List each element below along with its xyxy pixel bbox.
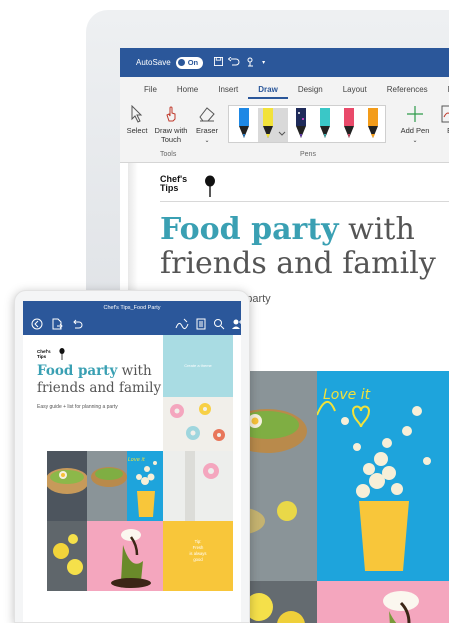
tablet-device: Chef's Tips_Food Party Chef's Tips Creat…: [14, 290, 250, 623]
title-accent: Food party: [160, 212, 339, 247]
autosave-state: On: [187, 58, 199, 67]
search-icon[interactable]: [213, 317, 225, 335]
touch-hand-icon: [166, 106, 176, 122]
tablet-photo-donuts: [163, 397, 233, 451]
tip-line-4: good: [193, 557, 203, 562]
tablet-photo-lemons: [47, 521, 87, 591]
pen-blue[interactable]: [234, 108, 254, 142]
tab-layout[interactable]: Layout: [333, 85, 377, 99]
add-pen-plus-icon: [407, 106, 423, 122]
select-label: Select: [126, 126, 148, 135]
title-rest: with: [338, 212, 415, 247]
tablet-photo-popcorn: Love it: [127, 451, 163, 521]
undo-icon[interactable]: [227, 56, 240, 68]
touch-mode-icon[interactable]: [245, 57, 257, 69]
customize-quick-access-icon[interactable]: ▾: [262, 59, 265, 66]
eraser-button[interactable]: Eraser ⌄: [192, 105, 222, 146]
add-pen-chevron-icon[interactable]: ⌄: [412, 138, 417, 144]
title-line-2: friends and family: [160, 246, 436, 281]
add-person-icon[interactable]: [231, 317, 241, 335]
photo-dinosaur-cake: [317, 581, 449, 623]
toggle-dot: [177, 59, 185, 66]
tablet-word-app: Chef's Tips_Food Party Chef's Tips Creat…: [23, 301, 241, 622]
tablet-photo-dinosaur-cake: [87, 521, 163, 591]
tablet-logo-line-2: Tips: [37, 354, 47, 359]
tablet-love-it-annotation: Love it: [128, 457, 146, 463]
tab-home[interactable]: Home: [167, 85, 208, 99]
draw-ribbon: Select Draw with Touch Eraser ⌄ Tools Pe…: [120, 99, 449, 163]
tab-mailings[interactable]: Mailings: [438, 85, 449, 99]
back-icon[interactable]: [31, 317, 43, 335]
draw-touch-label-1: Draw with: [154, 126, 188, 135]
ink-editor-icon: [441, 105, 449, 123]
tablet-photo-kitchen: [163, 451, 233, 521]
undo-icon[interactable]: [71, 317, 83, 335]
chefs-tips-logo: Chef's Tips: [160, 175, 187, 193]
tip-card-text: Tip: Fresh is always good: [163, 539, 233, 563]
draw-touch-label-2: Touch: [160, 135, 181, 144]
create-theme-text: Create a theme: [184, 363, 212, 368]
tablet-tip-card: Tip: Fresh is always good: [163, 521, 233, 591]
tablet-photo-toast: [87, 451, 127, 521]
tablet-document-title: Food party with friends and family: [37, 363, 161, 397]
tablet-doc-name: Chef's Tips_Food Party: [103, 305, 161, 311]
tab-design[interactable]: Design: [288, 85, 333, 99]
select-arrow-icon: [131, 105, 143, 123]
select-button[interactable]: Select: [124, 105, 150, 135]
draw-with-touch-button[interactable]: Draw with Touch: [152, 105, 190, 144]
love-it-annotation: Love it: [323, 387, 371, 403]
add-pen-button[interactable]: Add Pen ⌄: [396, 105, 434, 146]
ink-editor-button-partial[interactable]: E: [438, 105, 449, 136]
create-theme-card: Create a theme: [163, 335, 233, 397]
autosave-toggle[interactable]: On: [175, 56, 204, 69]
pen-orange[interactable]: [363, 108, 383, 142]
tablet-photo-avocado-toast: [47, 451, 87, 521]
pen-teal[interactable]: [315, 108, 335, 142]
tab-file[interactable]: File: [134, 85, 167, 99]
pen-galaxy[interactable]: [291, 108, 311, 142]
tab-references[interactable]: References: [377, 85, 438, 99]
pen-pink[interactable]: [339, 108, 359, 142]
eraser-label: Eraser: [195, 126, 219, 135]
add-pen-label: Add Pen: [400, 126, 430, 135]
tablet-title-accent: Food party: [37, 363, 118, 379]
tools-group-label: Tools: [160, 151, 177, 158]
header-rule: [160, 201, 449, 202]
tablet-toolbar: Chef's Tips_Food Party: [23, 301, 241, 335]
save-icon[interactable]: [214, 57, 224, 68]
pens-group-label: Pens: [300, 151, 316, 158]
spoon-icon: [205, 175, 215, 197]
tablet-spoon-icon: [59, 348, 65, 360]
tablet-title-rest: with: [117, 363, 152, 379]
ribbon-tabs: File Home Insert Draw Design Layout Refe…: [120, 77, 449, 99]
pen-yellow-highlighter[interactable]: [258, 108, 288, 142]
pens-gallery: [228, 105, 386, 143]
reading-view-icon[interactable]: [195, 317, 207, 335]
tab-draw[interactable]: Draw: [248, 85, 288, 99]
tablet-toolbar-icons: [29, 317, 241, 331]
logo-line-2: Tips: [160, 183, 179, 193]
eraser-chevron-icon[interactable]: ⌄: [204, 138, 209, 144]
share-file-icon[interactable]: [51, 317, 63, 335]
eraser-icon: [199, 107, 215, 122]
draw-pen-icon[interactable]: [175, 317, 189, 335]
tablet-subtitle: Easy guide + list for planning a party: [37, 404, 118, 410]
title-bar: AutoSave On ▾: [120, 48, 449, 77]
tablet-title-line-2: friends and family: [37, 380, 162, 396]
document-title: Food party with friends and family: [160, 213, 436, 281]
photo-popcorn-cup: Love it: [317, 371, 449, 581]
tablet-chefs-tips-logo: Chef's Tips: [37, 349, 51, 359]
autosave-label: AutoSave: [136, 58, 171, 67]
tab-insert[interactable]: Insert: [208, 85, 248, 99]
